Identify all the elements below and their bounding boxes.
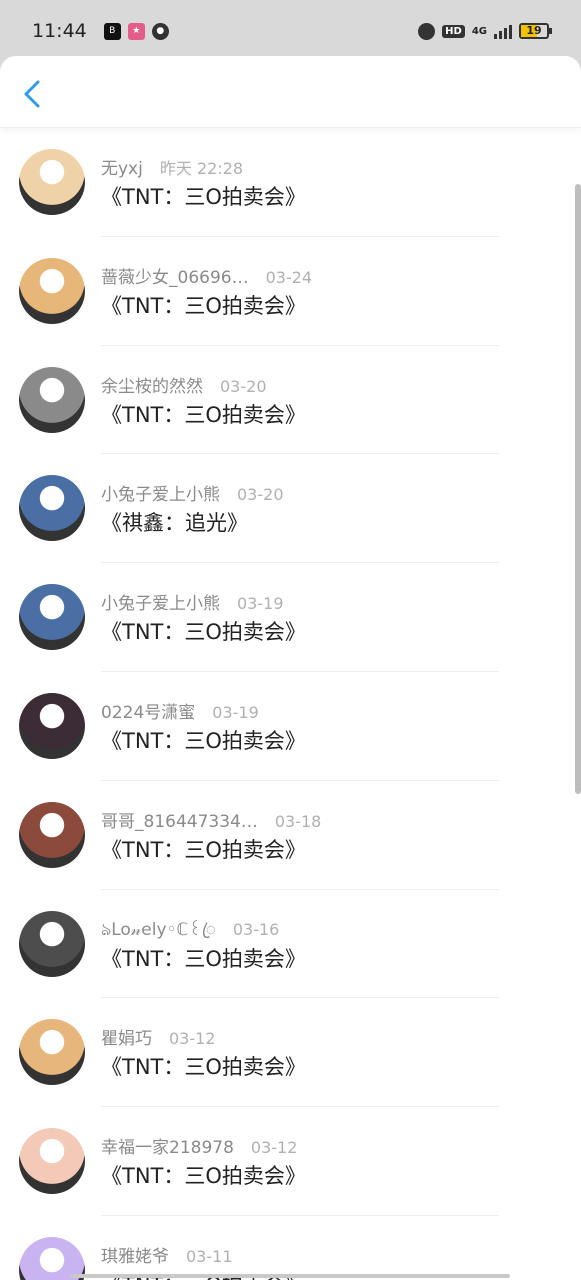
work-title[interactable]: 《祺鑫：追光》 <box>101 507 248 537</box>
top-nav <box>0 56 581 128</box>
username[interactable]: 小兔子爱上小熊 <box>101 480 220 505</box>
username[interactable]: 0224号潇蜜 <box>101 698 195 723</box>
comment-meta: 小兔子爱上小熊 03-19 <box>101 589 284 614</box>
comment-meta: 无yxj 昨天 22:28 <box>101 154 243 179</box>
wechat-icon: ● <box>151 22 169 40</box>
comment-meta: 小兔子爱上小熊 03-20 <box>101 480 284 505</box>
avatar[interactable] <box>19 366 85 433</box>
comment-meta: 幸福一家218978 03-12 <box>101 1133 297 1158</box>
status-right: HD 4G 19 <box>418 22 552 40</box>
comment-meta: 琪雅姥爷 03-11 <box>101 1242 233 1267</box>
signal-icon <box>494 23 512 39</box>
username[interactable]: 瞿娟巧 <box>101 1024 152 1049</box>
comment-date: 03-11 <box>186 1246 233 1266</box>
list-item[interactable]: 琪雅姥爷03-11《TNT：三O拍卖会》 <box>0 1216 581 1280</box>
network-label: 4G <box>471 25 487 37</box>
chevron-left-icon <box>24 80 40 108</box>
list-item[interactable]: 瞿娟巧 03-12 《TNT：三O拍卖会》 <box>0 998 581 1108</box>
comment-meta: 0224号潇蜜 03-19 <box>101 698 259 723</box>
avatar[interactable] <box>19 1128 85 1195</box>
username[interactable]: 无yxj <box>101 154 143 179</box>
avatar[interactable] <box>19 584 85 651</box>
avatar[interactable] <box>19 149 85 215</box>
username[interactable]: 小兔子爱上小熊 <box>101 589 220 614</box>
bilibili-icon: B <box>103 22 121 40</box>
comment-meta: 余尘桉的然然 03-20 <box>101 372 267 397</box>
status-time: 11:44 <box>32 20 87 42</box>
list-item[interactable]: 哥哥_816447334… 03-18 《TNT：三O拍卖会》 <box>0 781 581 890</box>
work-title[interactable]: 《TNT：三O拍卖会》 <box>101 399 306 429</box>
hd-icon: HD <box>442 24 465 38</box>
comment-date: 03-20 <box>237 485 284 505</box>
work-title[interactable]: 《TNT：三O拍卖会》 <box>101 1160 306 1190</box>
comment-meta: 哥哥_816447334… 03-18 <box>101 807 321 832</box>
avatar[interactable] <box>19 1019 85 1086</box>
comment-list: 无yxj 昨天 22:28 《TNT：三O拍卖会》 蔷薇少女_06696… 03-24 《… <box>0 128 581 1280</box>
username[interactable]: 琪雅姥爷 <box>101 1242 169 1267</box>
comment-meta: 蔷薇少女_06696… 03-24 <box>101 263 312 288</box>
comment-date: 03-19 <box>212 702 259 722</box>
avatar[interactable] <box>19 910 85 977</box>
scrollbar[interactable] <box>575 184 581 794</box>
comment-date: 03-12 <box>250 1138 298 1158</box>
work-title[interactable]: 《TNT：三O拍卖会》 <box>101 725 306 755</box>
username[interactable]: 哥哥_816447334… <box>101 807 258 832</box>
username[interactable]: 幸福一家218978 <box>101 1133 234 1158</box>
list-item[interactable]: ঌLo𝓃ely◦ℂ꒰ꦿ 03-16 《TNT：三O拍卖会》 <box>0 890 581 999</box>
work-title[interactable]: 《TNT：三O拍卖会》 <box>101 834 306 864</box>
battery-level: 19 <box>526 24 542 37</box>
list-item[interactable]: 0224号潇蜜 03-19 《TNT：三O拍卖会》 <box>0 672 581 781</box>
app-screen: 无yxj 昨天 22:28 《TNT：三O拍卖会》 蔷薇少女_06696… 03-24 《… <box>0 56 581 1280</box>
work-title[interactable]: 《TNT：三O拍卖会》 <box>101 290 306 320</box>
battery-icon: 19 <box>519 23 552 39</box>
work-title[interactable]: 《TNT：三O拍卖会》 <box>101 181 306 211</box>
back-button[interactable] <box>18 78 46 110</box>
app-notification-icon: ★ <box>127 22 145 40</box>
comment-date: 03-20 <box>220 376 267 396</box>
list-item[interactable]: 小兔子爱上小熊 03-19 《TNT：三O拍卖会》 <box>0 563 581 672</box>
home-indicator <box>70 1274 510 1278</box>
list-item[interactable]: 幸福一家218978 03-12 《TNT：三O拍卖会》 <box>0 1107 581 1216</box>
status-bar: 11:44 B ★ ● HD 4G 19 <box>0 0 581 62</box>
comment-date: 昨天 22:28 <box>159 159 244 178</box>
avatar[interactable] <box>19 801 85 868</box>
list-item[interactable]: 小兔子爱上小熊 03-20 《祺鑫：追光》 <box>0 454 581 564</box>
work-title[interactable]: 《TNT：三O拍卖会》 <box>101 943 306 973</box>
list-item[interactable]: 余尘桉的然然 03-20 《TNT：三O拍卖会》 <box>0 346 581 455</box>
avatar[interactable] <box>19 692 85 759</box>
comment-date: 03-16 <box>232 919 280 939</box>
comment-date: 03-24 <box>265 267 313 287</box>
comment-date: 03-12 <box>169 1029 216 1049</box>
avatar[interactable] <box>19 475 85 542</box>
alarm-icon <box>418 22 436 40</box>
list-item[interactable]: 无yxj 昨天 22:28 《TNT：三O拍卖会》 <box>0 128 581 237</box>
avatar[interactable] <box>19 257 85 324</box>
username[interactable]: 余尘桉的然然 <box>101 372 203 397</box>
comment-meta: 瞿娟巧 03-12 <box>101 1024 216 1049</box>
work-title[interactable]: 《TNT：三O拍卖会》 <box>101 616 306 646</box>
work-title[interactable]: 《TNT：三O拍卖会》 <box>101 1051 306 1081</box>
list-item[interactable]: 蔷薇少女_06696… 03-24 《TNT：三O拍卖会》 <box>0 237 581 346</box>
comment-date: 03-19 <box>237 594 284 614</box>
comment-date: 03-18 <box>274 811 322 831</box>
username[interactable]: 蔷薇少女_06696… <box>101 263 249 288</box>
